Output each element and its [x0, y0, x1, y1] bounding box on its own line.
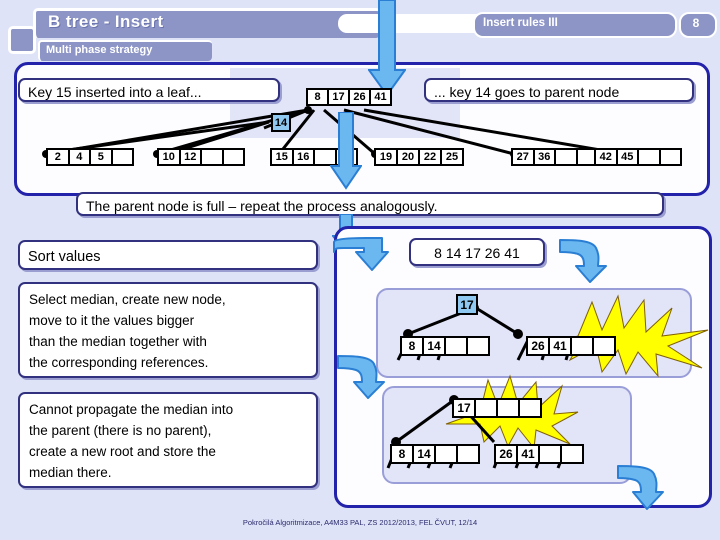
node-cell: 17 [454, 400, 476, 416]
slide-number: 8 [692, 16, 700, 30]
arrow-down-parent-full [330, 112, 362, 190]
node-cell: 12 [180, 150, 202, 164]
node-cell: 41 [518, 446, 540, 462]
node-cell: 8 [402, 338, 424, 354]
node-cell [476, 400, 498, 416]
leaf-node: 19 20 22 25 [374, 148, 464, 166]
node-cell [446, 338, 468, 354]
node-cell: 8 [392, 446, 414, 462]
node-cell: 36 [534, 150, 556, 164]
node-cell: 14 [414, 446, 436, 462]
arrow-curve-to-sorted-list [333, 237, 389, 271]
node-cell: 5 [91, 150, 113, 164]
node-cell [639, 150, 661, 164]
callout-parent-full: The parent node is full – repeat the pro… [76, 192, 664, 216]
node-cell: 20 [398, 150, 420, 164]
top-tree-root-node: 8 17 26 41 [306, 88, 392, 106]
callout-cannot-propagate: Cannot propagate the median into the par… [18, 392, 318, 488]
node-cell: 15 [272, 150, 294, 164]
node-cell [594, 338, 614, 354]
floating-key-14: 14 [271, 113, 291, 132]
split-tree-edges [396, 303, 574, 361]
split-median-node: 17 [456, 294, 478, 315]
node-cell: 41 [371, 90, 390, 104]
node-cell [520, 400, 540, 416]
node-cell: 26 [350, 90, 371, 104]
leaf-node: 27 36 [511, 148, 599, 166]
node-cell: 17 [329, 90, 350, 104]
callout-select-median: Select median, create new node, move to … [18, 282, 318, 378]
header-section-label: Insert rules III [483, 17, 558, 29]
slide-root: B tree - Insert Insert rules III 8 Multi… [0, 0, 720, 540]
header-decor-square [8, 26, 36, 54]
node-cell [458, 446, 478, 462]
header-subtitle: Multi phase strategy [46, 44, 153, 56]
callout-sorted-list: 8 14 17 26 41 [409, 238, 545, 266]
leaf-node: 245 [46, 148, 134, 166]
node-cell [540, 446, 562, 462]
node-cell: 2 [48, 150, 70, 164]
split-right-node: 26 41 [526, 336, 616, 356]
node-cell [572, 338, 594, 354]
split-left-node: 8 14 [400, 336, 490, 356]
node-cell [660, 150, 680, 164]
newroot-root-node: 17 [452, 398, 542, 418]
node-cell [468, 338, 488, 354]
node-cell: 14 [424, 338, 446, 354]
arrow-curve-bottom-right [617, 465, 664, 510]
leaf-node: 42 45 [594, 148, 682, 166]
node-cell [498, 400, 520, 416]
arrow-curve-to-split [559, 239, 607, 283]
node-cell: 27 [513, 150, 535, 164]
page-title: B tree - Insert [48, 12, 164, 31]
node-cell: 41 [550, 338, 572, 354]
node-cell: 8 [308, 90, 329, 104]
leaf-node: 10 12 [157, 148, 245, 166]
node-cell: 25 [442, 150, 462, 164]
node-cell: 19 [376, 150, 398, 164]
node-cell: 26 [528, 338, 550, 354]
node-cell [562, 446, 582, 462]
node-cell: 45 [617, 150, 639, 164]
node-cell: 26 [496, 446, 518, 462]
node-cell: 22 [420, 150, 442, 164]
newroot-right-node: 26 41 [494, 444, 584, 464]
node-cell: 42 [596, 150, 618, 164]
node-cell [112, 150, 132, 164]
node-cell [202, 150, 224, 164]
node-cell [223, 150, 243, 164]
newroot-left-node: 8 14 [390, 444, 480, 464]
node-cell: 10 [159, 150, 181, 164]
footer-text: Pokročilá Algoritmizace, A4M33 PAL, ZS 2… [242, 518, 478, 527]
callout-sort-values: Sort values [18, 240, 318, 270]
node-cell: 4 [69, 150, 91, 164]
node-cell: 16 [293, 150, 315, 164]
node-cell [436, 446, 458, 462]
node-cell [556, 150, 578, 164]
